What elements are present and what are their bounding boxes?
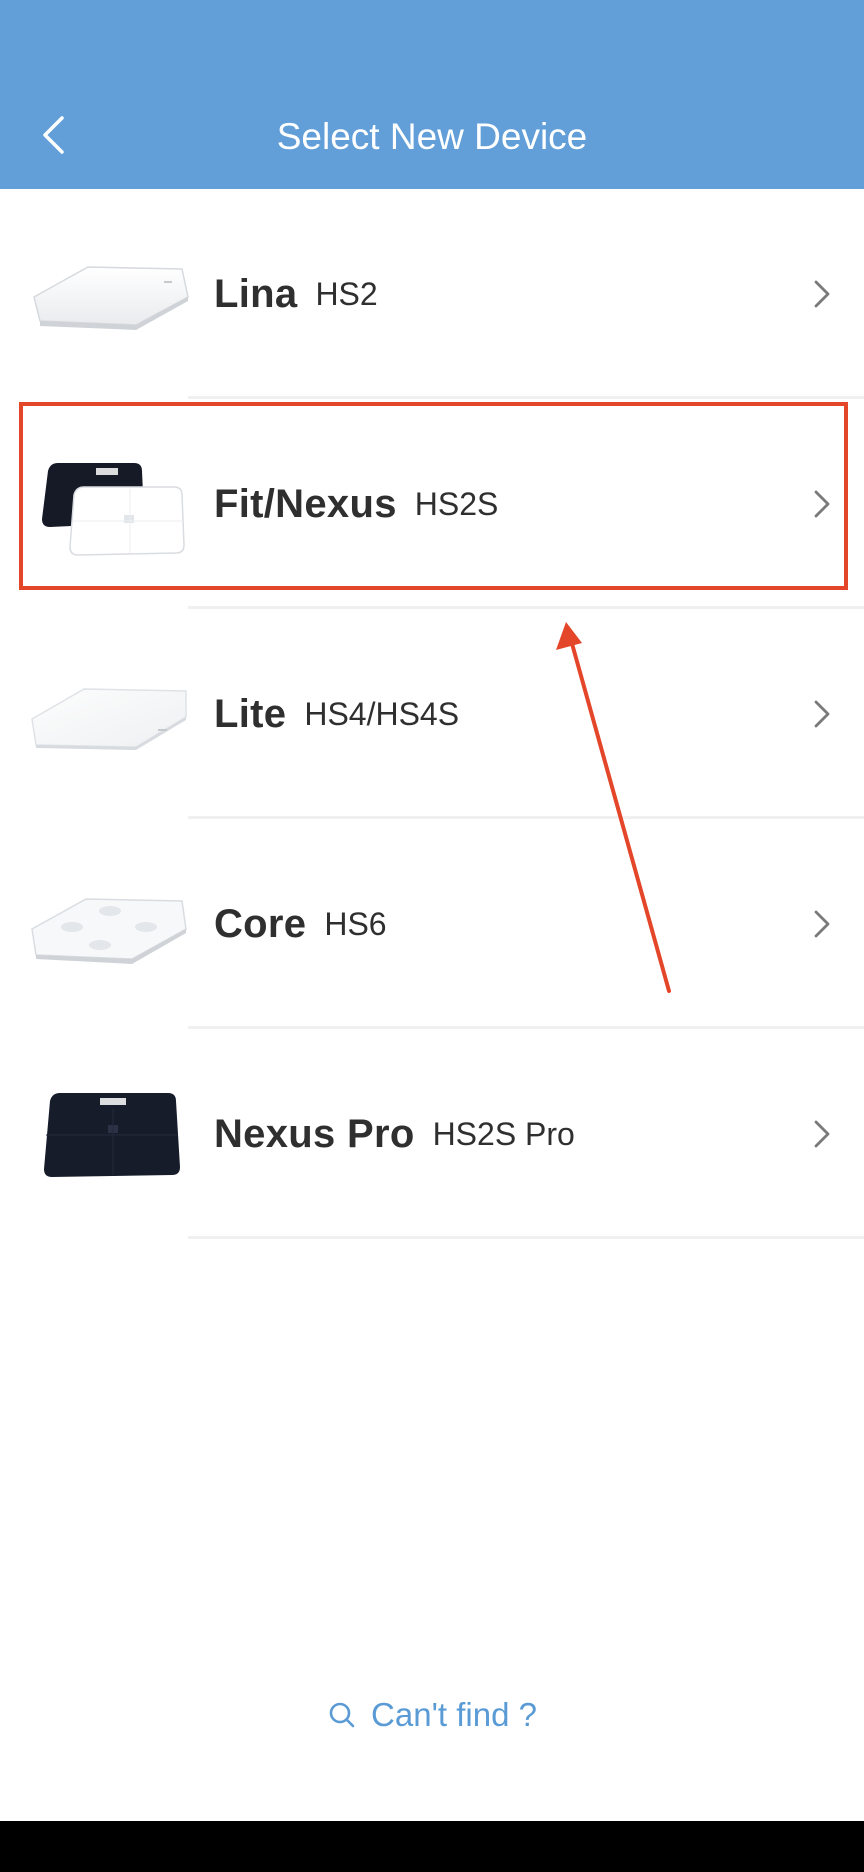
chevron-right-icon [814, 490, 830, 518]
device-item-nexus-pro[interactable]: Nexus Pro HS2S Pro [0, 1029, 864, 1239]
device-model: HS6 [324, 905, 387, 942]
device-label: Lite HS4/HS4S [214, 609, 459, 819]
device-label: Lina HS2 [214, 189, 378, 399]
chevron-right-icon [814, 700, 830, 728]
device-item-fit-nexus[interactable]: Fit/Nexus HS2S [0, 399, 864, 609]
page-title: Select New Device [276, 116, 588, 157]
device-name: Lite [214, 691, 287, 736]
search-icon [329, 1702, 355, 1728]
system-navigation-bar [0, 1821, 864, 1872]
device-item-core[interactable]: Core HS6 [0, 819, 864, 1029]
device-model: HS2S [414, 485, 499, 522]
device-model: HS2 [315, 275, 378, 312]
app-header: Select New Device [0, 0, 864, 189]
device-model: HS4/HS4S [304, 695, 460, 732]
device-item-lina[interactable]: Lina HS2 [0, 189, 864, 399]
device-name: Nexus Pro [214, 1111, 415, 1156]
white-scale-with-pads-image [31, 898, 187, 964]
cant-find-button[interactable]: Can't find ? [0, 1690, 864, 1740]
device-name: Core [214, 901, 307, 946]
device-item-lite[interactable]: Lite HS4/HS4S [0, 609, 864, 819]
white-glass-scale-image [31, 688, 187, 750]
white-scale-image [33, 266, 189, 330]
device-name: Fit/Nexus [214, 481, 397, 526]
device-list: Lina HS2 Fit/Nexus HS2S Lite HS4/HS4S Co… [0, 189, 864, 1239]
black-and-white-scales-image [42, 463, 185, 556]
device-name: Lina [214, 271, 298, 316]
chevron-right-icon [814, 910, 830, 938]
device-model: HS2S Pro [432, 1115, 575, 1152]
device-label: Nexus Pro HS2S Pro [214, 1029, 575, 1239]
chevron-right-icon [814, 1120, 830, 1148]
device-label: Core HS6 [214, 819, 387, 1029]
row-divider [188, 1236, 864, 1239]
device-label: Fit/Nexus HS2S [214, 399, 498, 609]
chevron-right-icon [814, 280, 830, 308]
cant-find-label: Can't find ? [371, 1696, 537, 1733]
black-scale-image [44, 1093, 180, 1177]
